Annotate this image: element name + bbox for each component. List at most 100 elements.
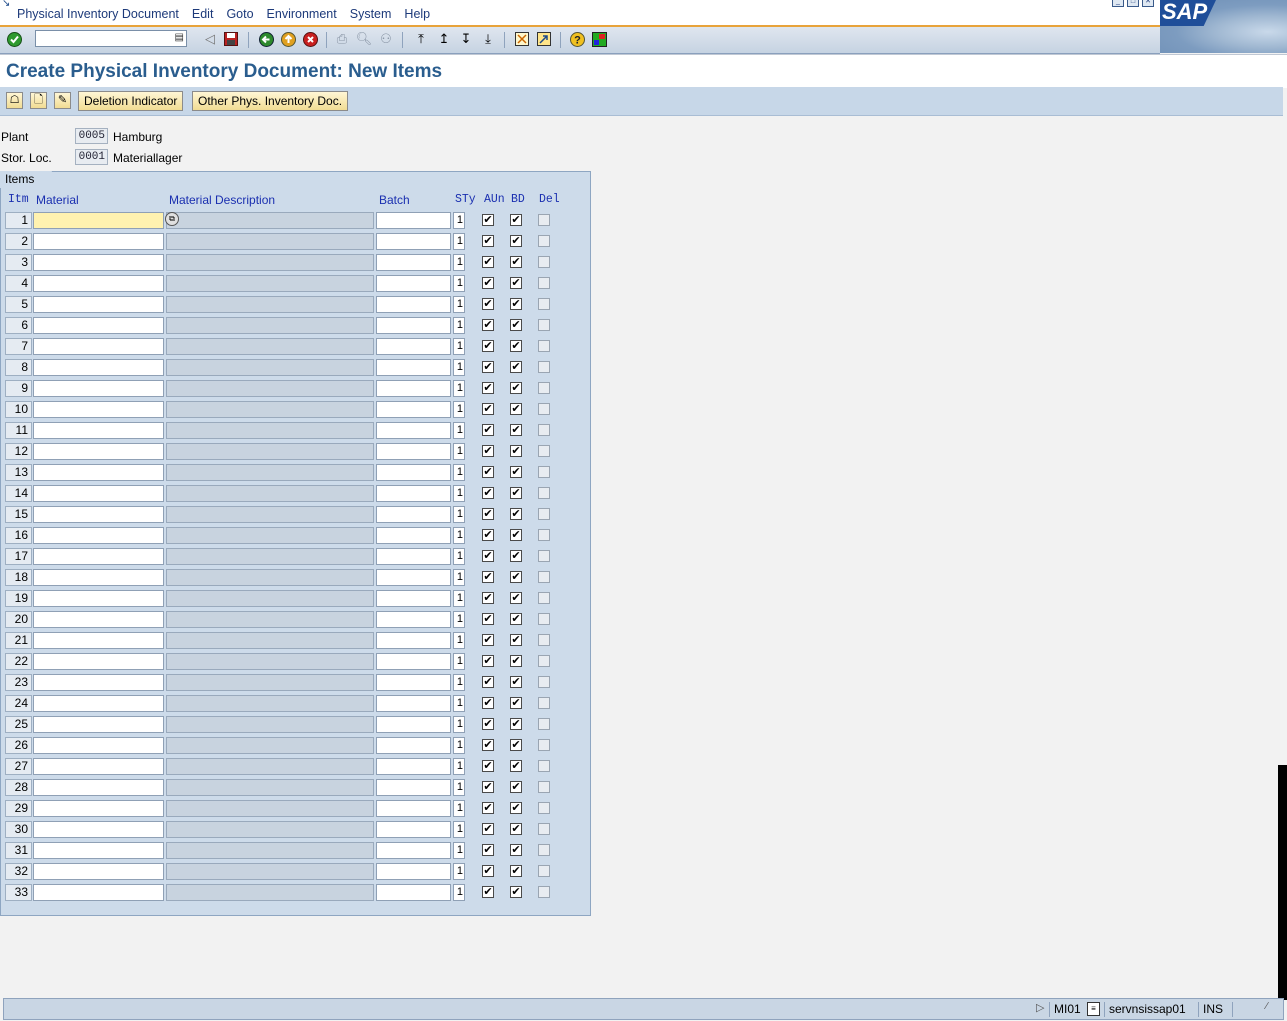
batch-input[interactable] [376, 464, 451, 481]
batch-input[interactable] [376, 527, 451, 544]
aun-checkbox[interactable]: ✔ [482, 298, 494, 310]
material-input[interactable] [33, 527, 164, 544]
bd-checkbox[interactable]: ✔ [510, 403, 522, 415]
stock-type-input[interactable]: 1 [453, 296, 465, 313]
material-input[interactable] [33, 695, 164, 712]
stock-type-input[interactable]: 1 [453, 380, 465, 397]
row-number[interactable]: 32 [5, 863, 32, 880]
row-number[interactable]: 1 [5, 212, 32, 229]
material-input[interactable] [33, 632, 164, 649]
help-icon[interactable]: ? [569, 31, 585, 47]
aun-checkbox[interactable]: ✔ [482, 466, 494, 478]
column-header-material[interactable]: Material [36, 193, 79, 207]
batch-input[interactable] [376, 212, 451, 229]
menu-goto[interactable]: Goto [226, 7, 253, 21]
aun-checkbox[interactable]: ✔ [482, 760, 494, 772]
batch-input[interactable] [376, 569, 451, 586]
value-help-icon[interactable]: ⧉ [165, 212, 181, 229]
stock-type-input[interactable]: 1 [453, 779, 465, 796]
batch-input[interactable] [376, 758, 451, 775]
stock-type-input[interactable]: 1 [453, 590, 465, 607]
bd-checkbox[interactable]: ✔ [510, 823, 522, 835]
aun-checkbox[interactable]: ✔ [482, 256, 494, 268]
menu-physical-inventory-document[interactable]: Physical Inventory Document [17, 7, 179, 21]
find-next-icon[interactable]: ⚇ [378, 31, 394, 47]
status-expand-icon[interactable]: ▷ [1036, 1001, 1044, 1014]
stock-type-input[interactable]: 1 [453, 485, 465, 502]
row-number[interactable]: 8 [5, 359, 32, 376]
material-input[interactable] [33, 380, 164, 397]
bd-checkbox[interactable]: ✔ [510, 550, 522, 562]
exit-icon[interactable] [280, 31, 296, 47]
column-header-aun[interactable]: AUn [484, 193, 505, 206]
stock-type-input[interactable]: 1 [453, 506, 465, 523]
back-history-icon[interactable]: ◁ [202, 31, 218, 47]
material-input[interactable] [33, 485, 164, 502]
first-page-icon[interactable]: ⤒ [413, 31, 429, 47]
display-overview-icon[interactable]: ☖ [6, 92, 23, 109]
bd-checkbox[interactable]: ✔ [510, 592, 522, 604]
stock-type-input[interactable]: 1 [453, 842, 465, 859]
stock-type-input[interactable]: 1 [453, 359, 465, 376]
batch-input[interactable] [376, 611, 451, 628]
aun-checkbox[interactable]: ✔ [482, 550, 494, 562]
material-input[interactable] [33, 212, 164, 229]
batch-input[interactable] [376, 422, 451, 439]
aun-checkbox[interactable]: ✔ [482, 781, 494, 793]
aun-checkbox[interactable]: ✔ [482, 235, 494, 247]
stock-type-input[interactable]: 1 [453, 338, 465, 355]
bd-checkbox[interactable]: ✔ [510, 424, 522, 436]
stock-type-input[interactable]: 1 [453, 737, 465, 754]
restore-icon[interactable]: □ [1127, 0, 1139, 7]
bd-checkbox[interactable]: ✔ [510, 760, 522, 772]
batch-input[interactable] [376, 401, 451, 418]
cancel-icon[interactable] [302, 31, 318, 47]
batch-input[interactable] [376, 695, 451, 712]
shortcut-icon[interactable] [536, 31, 552, 47]
stock-type-input[interactable]: 1 [453, 632, 465, 649]
bd-checkbox[interactable]: ✔ [510, 445, 522, 457]
material-input[interactable] [33, 338, 164, 355]
material-input[interactable] [33, 779, 164, 796]
bd-checkbox[interactable]: ✔ [510, 739, 522, 751]
find-icon[interactable]: 🔍︎ [356, 31, 373, 47]
deletion-indicator-button[interactable]: Deletion Indicator [78, 91, 184, 111]
aun-checkbox[interactable]: ✔ [482, 823, 494, 835]
material-input[interactable] [33, 716, 164, 733]
bd-checkbox[interactable]: ✔ [510, 718, 522, 730]
batch-input[interactable] [376, 380, 451, 397]
material-input[interactable] [33, 590, 164, 607]
bd-checkbox[interactable]: ✔ [510, 361, 522, 373]
aun-checkbox[interactable]: ✔ [482, 676, 494, 688]
row-number[interactable]: 13 [5, 464, 32, 481]
batch-input[interactable] [376, 674, 451, 691]
column-header-del[interactable]: Del [539, 193, 560, 206]
batch-input[interactable] [376, 275, 451, 292]
aun-checkbox[interactable]: ✔ [482, 802, 494, 814]
row-number[interactable]: 10 [5, 401, 32, 418]
batch-input[interactable] [376, 821, 451, 838]
create-session-icon[interactable] [514, 31, 530, 47]
bd-checkbox[interactable]: ✔ [510, 781, 522, 793]
batch-input[interactable] [376, 359, 451, 376]
aun-checkbox[interactable]: ✔ [482, 634, 494, 646]
row-number[interactable]: 16 [5, 527, 32, 544]
bd-checkbox[interactable]: ✔ [510, 802, 522, 814]
material-input[interactable] [33, 800, 164, 817]
save-icon[interactable] [223, 31, 239, 47]
bd-checkbox[interactable]: ✔ [510, 340, 522, 352]
bd-checkbox[interactable]: ✔ [510, 277, 522, 289]
bd-checkbox[interactable]: ✔ [510, 466, 522, 478]
bd-checkbox[interactable]: ✔ [510, 613, 522, 625]
aun-checkbox[interactable]: ✔ [482, 886, 494, 898]
row-number[interactable]: 26 [5, 737, 32, 754]
material-input[interactable] [33, 548, 164, 565]
material-input[interactable] [33, 569, 164, 586]
row-number[interactable]: 6 [5, 317, 32, 334]
aun-checkbox[interactable]: ✔ [482, 865, 494, 877]
batch-input[interactable] [376, 716, 451, 733]
aun-checkbox[interactable]: ✔ [482, 571, 494, 583]
bd-checkbox[interactable]: ✔ [510, 844, 522, 856]
row-number[interactable]: 12 [5, 443, 32, 460]
aun-checkbox[interactable]: ✔ [482, 361, 494, 373]
